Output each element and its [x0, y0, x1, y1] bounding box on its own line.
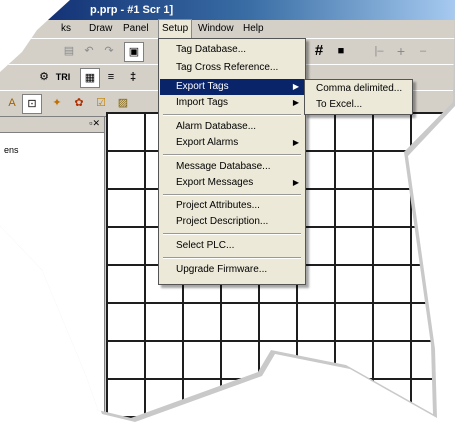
- title-bar: p.prp - #1 Scr 1]: [0, 0, 455, 20]
- menu-item-export-tags[interactable]: Export Tags ▶: [160, 79, 304, 95]
- window-title: p.prp - #1 Scr 1]: [90, 4, 174, 16]
- menu-item-upgrade-firmware[interactable]: Upgrade Firmware...: [160, 262, 304, 278]
- list-icon[interactable]: ≡: [102, 68, 120, 86]
- submenu-arrow-icon: ▶: [292, 82, 299, 91]
- setup-dropdown-menu: Tag Database... Tag Cross Reference... E…: [158, 38, 306, 285]
- save-icon[interactable]: ▤: [60, 42, 78, 60]
- grid-icon[interactable]: #: [310, 42, 328, 60]
- form-icon[interactable]: ▨: [114, 94, 132, 112]
- menu-help[interactable]: Help: [240, 20, 267, 38]
- menu-item-import-tags[interactable]: Import Tags ▶: [160, 95, 304, 111]
- submenu-arrow-icon: ▶: [292, 178, 299, 187]
- menu-setup[interactable]: Setup: [158, 19, 193, 38]
- menu-item-comma-delimited[interactable]: Comma delimited...: [306, 81, 411, 97]
- redo-icon[interactable]: ↷: [100, 42, 118, 60]
- menu-bar: ks Draw Panel Setup Window Help: [0, 19, 455, 38]
- menu-item-alarm-database[interactable]: Alarm Database...: [160, 119, 304, 135]
- menu-separator: [163, 194, 301, 196]
- tri-button[interactable]: TRI: [54, 68, 72, 86]
- menu-item-select-plc[interactable]: Select PLC...: [160, 238, 304, 254]
- menu-item-to-excel[interactable]: To Excel...: [306, 97, 411, 113]
- pane-close-icon[interactable]: ▫✕: [89, 118, 100, 129]
- snap-icon[interactable]: ■: [332, 42, 350, 60]
- menu-separator: [163, 233, 301, 235]
- submenu-arrow-icon: ▶: [292, 138, 299, 147]
- dash-icon[interactable]: –: [414, 42, 432, 60]
- bitmap-icon[interactable]: ✦: [48, 94, 66, 112]
- panel-icon[interactable]: ▦: [80, 68, 100, 88]
- wrench-icon[interactable]: ⚙: [35, 68, 53, 86]
- menu-separator: [163, 154, 301, 156]
- undo-icon[interactable]: ↶: [80, 42, 98, 60]
- menu-item-export-alarms[interactable]: Export Alarms ▶: [160, 135, 304, 151]
- menu-item-tag-cross-reference[interactable]: Tag Cross Reference...: [160, 60, 304, 76]
- menu-item-project-description[interactable]: Project Description...: [160, 214, 304, 230]
- menu-item-message-database[interactable]: Message Database...: [160, 159, 304, 175]
- menu-tools[interactable]: ks: [58, 20, 74, 38]
- submenu-arrow-icon: ▶: [292, 98, 299, 107]
- cross-icon[interactable]: +: [392, 42, 410, 60]
- menu-item-project-attributes[interactable]: Project Attributes...: [160, 198, 304, 214]
- pane-toolbar: ▫✕: [0, 117, 104, 133]
- menu-separator: [163, 114, 301, 116]
- text-tool-icon[interactable]: A: [3, 94, 21, 112]
- menu-item-tag-database[interactable]: Tag Database...: [160, 42, 304, 58]
- screen-icon[interactable]: ▣: [124, 42, 144, 62]
- pipe-icon[interactable]: |–: [370, 42, 388, 60]
- tree-node-label[interactable]: ens: [4, 145, 19, 155]
- export-tags-submenu: Comma delimited... To Excel...: [304, 79, 413, 115]
- menu-item-export-messages[interactable]: Export Messages ▶: [160, 175, 304, 191]
- frame-icon[interactable]: ⊡: [22, 94, 42, 114]
- menu-panel[interactable]: Panel: [120, 20, 152, 38]
- screenshot-stage: p.prp - #1 Scr 1] ks Draw Panel Setup Wi…: [0, 0, 455, 429]
- menu-window[interactable]: Window: [195, 20, 237, 38]
- shape-icon[interactable]: ✿: [70, 94, 88, 112]
- menu-draw[interactable]: Draw: [86, 20, 115, 38]
- tree-icon[interactable]: ‡: [124, 68, 142, 86]
- check-icon[interactable]: ☑: [92, 94, 110, 112]
- menu-separator: [163, 257, 301, 259]
